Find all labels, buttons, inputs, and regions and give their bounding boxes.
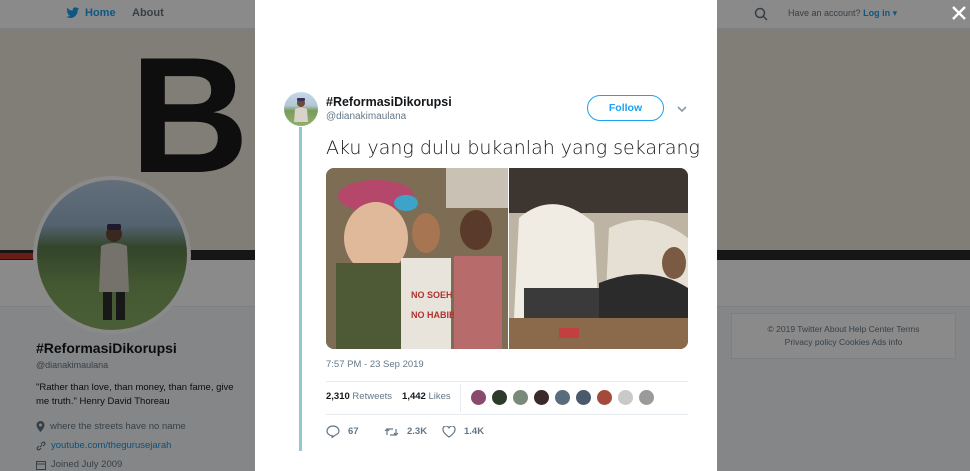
like-count: 1.4K [464, 426, 485, 437]
reply-button[interactable]: 67 [326, 425, 384, 438]
tweet-author-name[interactable]: #ReformasiDikorupsi [326, 95, 452, 109]
like-button[interactable]: 1.4K [442, 425, 500, 438]
tweet-author-handle[interactable]: @dianakimaulana [326, 111, 406, 122]
liker-avatar[interactable] [554, 389, 571, 406]
tweet-author-avatar[interactable] [284, 92, 318, 126]
liker-avatar[interactable] [470, 389, 487, 406]
likes-count: 1,442 [402, 391, 426, 402]
liker-avatar[interactable] [491, 389, 508, 406]
liker-avatar[interactable] [575, 389, 592, 406]
tweet-stats: 2,310 Retweets 1,442 Likes [326, 391, 451, 402]
tweet-timestamp[interactable]: 7:57 PM - 23 Sep 2019 [326, 359, 424, 370]
close-icon[interactable] [950, 4, 968, 22]
protest-photo: NO SOEH NO HABIB [326, 168, 508, 349]
likes-label: Likes [428, 391, 451, 402]
tweet-actions: 67 2.3K 1.4K [326, 425, 500, 438]
liker-avatars [470, 389, 655, 406]
divider-bottom [326, 414, 688, 415]
liker-avatar[interactable] [596, 389, 613, 406]
stats-separator [460, 384, 461, 412]
retweets-stat[interactable]: 2,310 Retweets [326, 391, 392, 402]
heart-icon [442, 425, 456, 438]
svg-text:NO HABIB: NO HABIB [411, 310, 456, 320]
chevron-down-icon[interactable] [676, 104, 688, 114]
liker-avatar[interactable] [617, 389, 634, 406]
retweets-count: 2,310 [326, 391, 350, 402]
liker-avatar[interactable] [533, 389, 550, 406]
retweets-label: Retweets [352, 391, 393, 402]
retweet-button[interactable]: 2.3K [384, 425, 442, 438]
thread-line [299, 127, 302, 451]
likes-stat[interactable]: 1,442 Likes [402, 391, 451, 402]
retweet-count: 2.3K [407, 426, 428, 437]
follow-button[interactable]: Follow [587, 95, 664, 121]
divider-top [326, 381, 688, 382]
tweet-photo-1[interactable]: NO SOEH NO HABIB [326, 168, 508, 349]
reply-count: 67 [348, 426, 359, 437]
person-photo [294, 98, 308, 122]
tweet-media[interactable]: NO SOEH NO HABIB [326, 168, 688, 349]
svg-text:NO SOEH: NO SOEH [411, 290, 453, 300]
retweet-icon [384, 427, 399, 436]
liker-avatar[interactable] [638, 389, 655, 406]
liker-avatar[interactable] [512, 389, 529, 406]
tweet-text: Aku yang dulu bukanlah yang sekarang [326, 137, 700, 159]
parliament-photo [509, 168, 688, 349]
tweet-photo-2[interactable] [509, 168, 688, 349]
reply-icon [326, 425, 340, 438]
